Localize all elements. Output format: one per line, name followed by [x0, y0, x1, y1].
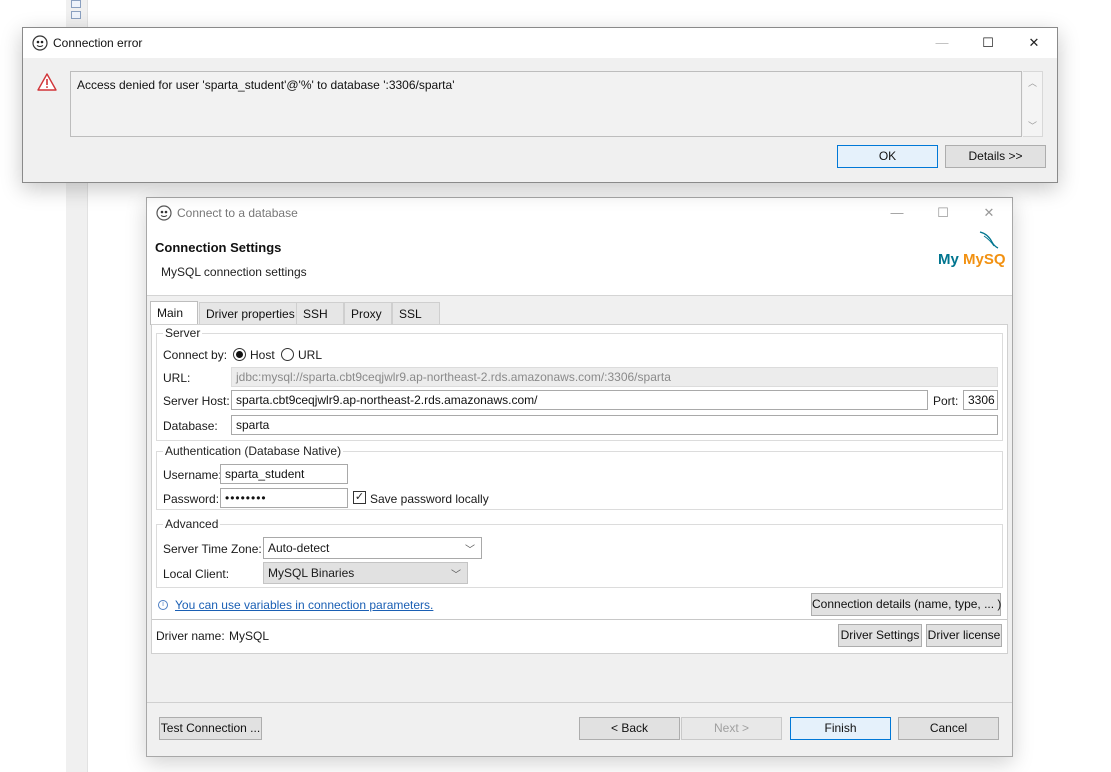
connection-details-button[interactable]: Connection details (name, type, ... ) — [811, 593, 1001, 616]
dbeaver-icon — [32, 35, 48, 51]
driver-name-value: MySQL — [229, 629, 270, 643]
url-label: URL: — [163, 371, 191, 385]
connect-dialog: Connect to a database — ☐ ✕ Connection S… — [146, 197, 1013, 757]
server-host-label: Server Host: — [163, 394, 230, 408]
server-timezone-value: Auto-detect — [268, 541, 330, 555]
url-radio-label[interactable]: URL — [298, 348, 322, 362]
port-input[interactable]: 3306 — [963, 390, 998, 410]
tab-driver-properties[interactable]: Driver properties — [199, 302, 297, 324]
minimize-button[interactable]: — — [874, 198, 920, 228]
scroll-down-icon[interactable]: ﹀ — [1023, 119, 1042, 132]
username-input[interactable]: sparta_student — [220, 464, 348, 484]
close-button[interactable]: ✕ — [1011, 28, 1057, 58]
tab-ssl[interactable]: SSL — [392, 302, 440, 324]
database-label: Database: — [163, 419, 218, 433]
local-client-select[interactable]: MySQL Binaries ﹀ — [263, 562, 468, 584]
driver-name-label: Driver name: — [156, 629, 225, 643]
database-input[interactable]: sparta — [231, 415, 998, 435]
driver-settings-button[interactable]: Driver Settings — [838, 624, 922, 647]
save-password-checkbox[interactable]: ✓ — [353, 491, 366, 504]
back-button[interactable]: < Back — [579, 717, 680, 740]
tab-main[interactable]: Main — [150, 301, 198, 325]
tab-ssh[interactable]: SSH — [296, 302, 344, 324]
server-timezone-select[interactable]: Auto-detect ﹀ — [263, 537, 482, 559]
warning-icon — [37, 73, 57, 91]
toolbar-icon — [71, 0, 81, 8]
authentication-group: Authentication (Database Native) Usernam… — [156, 444, 1003, 510]
port-label: Port: — [933, 394, 959, 408]
host-radio-label[interactable]: Host — [250, 348, 275, 362]
error-titlebar: Connection error — ☐ ✕ — [23, 28, 1057, 58]
test-connection-button[interactable]: Test Connection ... — [159, 717, 262, 740]
variables-link[interactable]: You can use variables in connection para… — [175, 598, 433, 612]
local-client-value: MySQL Binaries — [268, 566, 355, 580]
connect-by-label: Connect by: — [163, 348, 228, 362]
svg-text:My: My — [938, 251, 959, 268]
save-password-label[interactable]: Save password locally — [370, 492, 489, 506]
separator — [152, 619, 1007, 620]
mysql-logo-text: MySQL — [963, 251, 1006, 268]
scroll-up-icon[interactable]: ︿ — [1023, 76, 1042, 89]
cancel-button[interactable]: Cancel — [898, 717, 999, 740]
password-label: Password: — [163, 492, 220, 506]
url-radio[interactable] — [281, 348, 294, 361]
server-group: Server Connect by: Host URL URL: jdbc:my… — [156, 326, 1003, 441]
dialog-title: Connect to a database — [177, 206, 298, 220]
chevron-down-icon: ﹀ — [451, 570, 461, 581]
advanced-group: Advanced Server Time Zone: Auto-detect ﹀… — [156, 517, 1003, 588]
mysql-logo: My MySQL — [938, 231, 1006, 268]
header-title: Connection Settings — [155, 240, 282, 255]
advanced-legend: Advanced — [163, 517, 221, 531]
next-button[interactable]: Next > — [681, 717, 782, 740]
error-message-box[interactable]: Access denied for user 'sparta_student'@… — [70, 71, 1022, 137]
url-field[interactable]: jdbc:mysql://sparta.cbt9ceqjwlr9.ap-nort… — [231, 367, 998, 387]
error-title: Connection error — [53, 36, 143, 50]
chevron-down-icon: ﹀ — [465, 545, 475, 556]
button-bar-separator — [147, 702, 1012, 703]
main-tab-panel: Server Connect by: Host URL URL: jdbc:my… — [151, 324, 1008, 654]
minimize-button[interactable]: — — [919, 28, 965, 58]
details-button[interactable]: Details >> — [945, 145, 1046, 168]
message-scrollbar[interactable]: ︿ ﹀ — [1023, 71, 1043, 137]
error-message: Access denied for user 'sparta_student'@… — [77, 78, 455, 92]
authentication-legend: Authentication (Database Native) — [163, 444, 344, 458]
info-icon: i — [158, 600, 168, 610]
finish-button[interactable]: Finish — [790, 717, 891, 740]
server-timezone-label: Server Time Zone: — [163, 542, 262, 556]
maximize-button[interactable]: ☐ — [920, 198, 966, 228]
local-client-label: Local Client: — [163, 567, 230, 581]
server-host-input[interactable]: sparta.cbt9ceqjwlr9.ap-northeast-2.rds.a… — [231, 390, 928, 410]
host-radio[interactable] — [233, 348, 246, 361]
driver-license-button[interactable]: Driver license — [926, 624, 1002, 647]
toolbar-icon — [71, 11, 81, 19]
connection-error-dialog: Connection error — ☐ ✕ Access denied for… — [22, 27, 1058, 183]
dbeaver-icon — [156, 205, 172, 221]
dialog-titlebar: Connect to a database — ☐ ✕ — [147, 198, 1012, 228]
tab-proxy[interactable]: Proxy — [344, 302, 392, 324]
header-subtitle: MySQL connection settings — [161, 265, 307, 279]
dialog-header: Connection Settings MySQL connection set… — [147, 228, 1012, 296]
password-input[interactable]: •••••••• — [220, 488, 348, 508]
username-label: Username: — [163, 468, 222, 482]
ok-button[interactable]: OK — [837, 145, 938, 168]
close-button[interactable]: ✕ — [966, 198, 1012, 228]
server-legend: Server — [163, 326, 203, 340]
maximize-button[interactable]: ☐ — [965, 28, 1011, 58]
